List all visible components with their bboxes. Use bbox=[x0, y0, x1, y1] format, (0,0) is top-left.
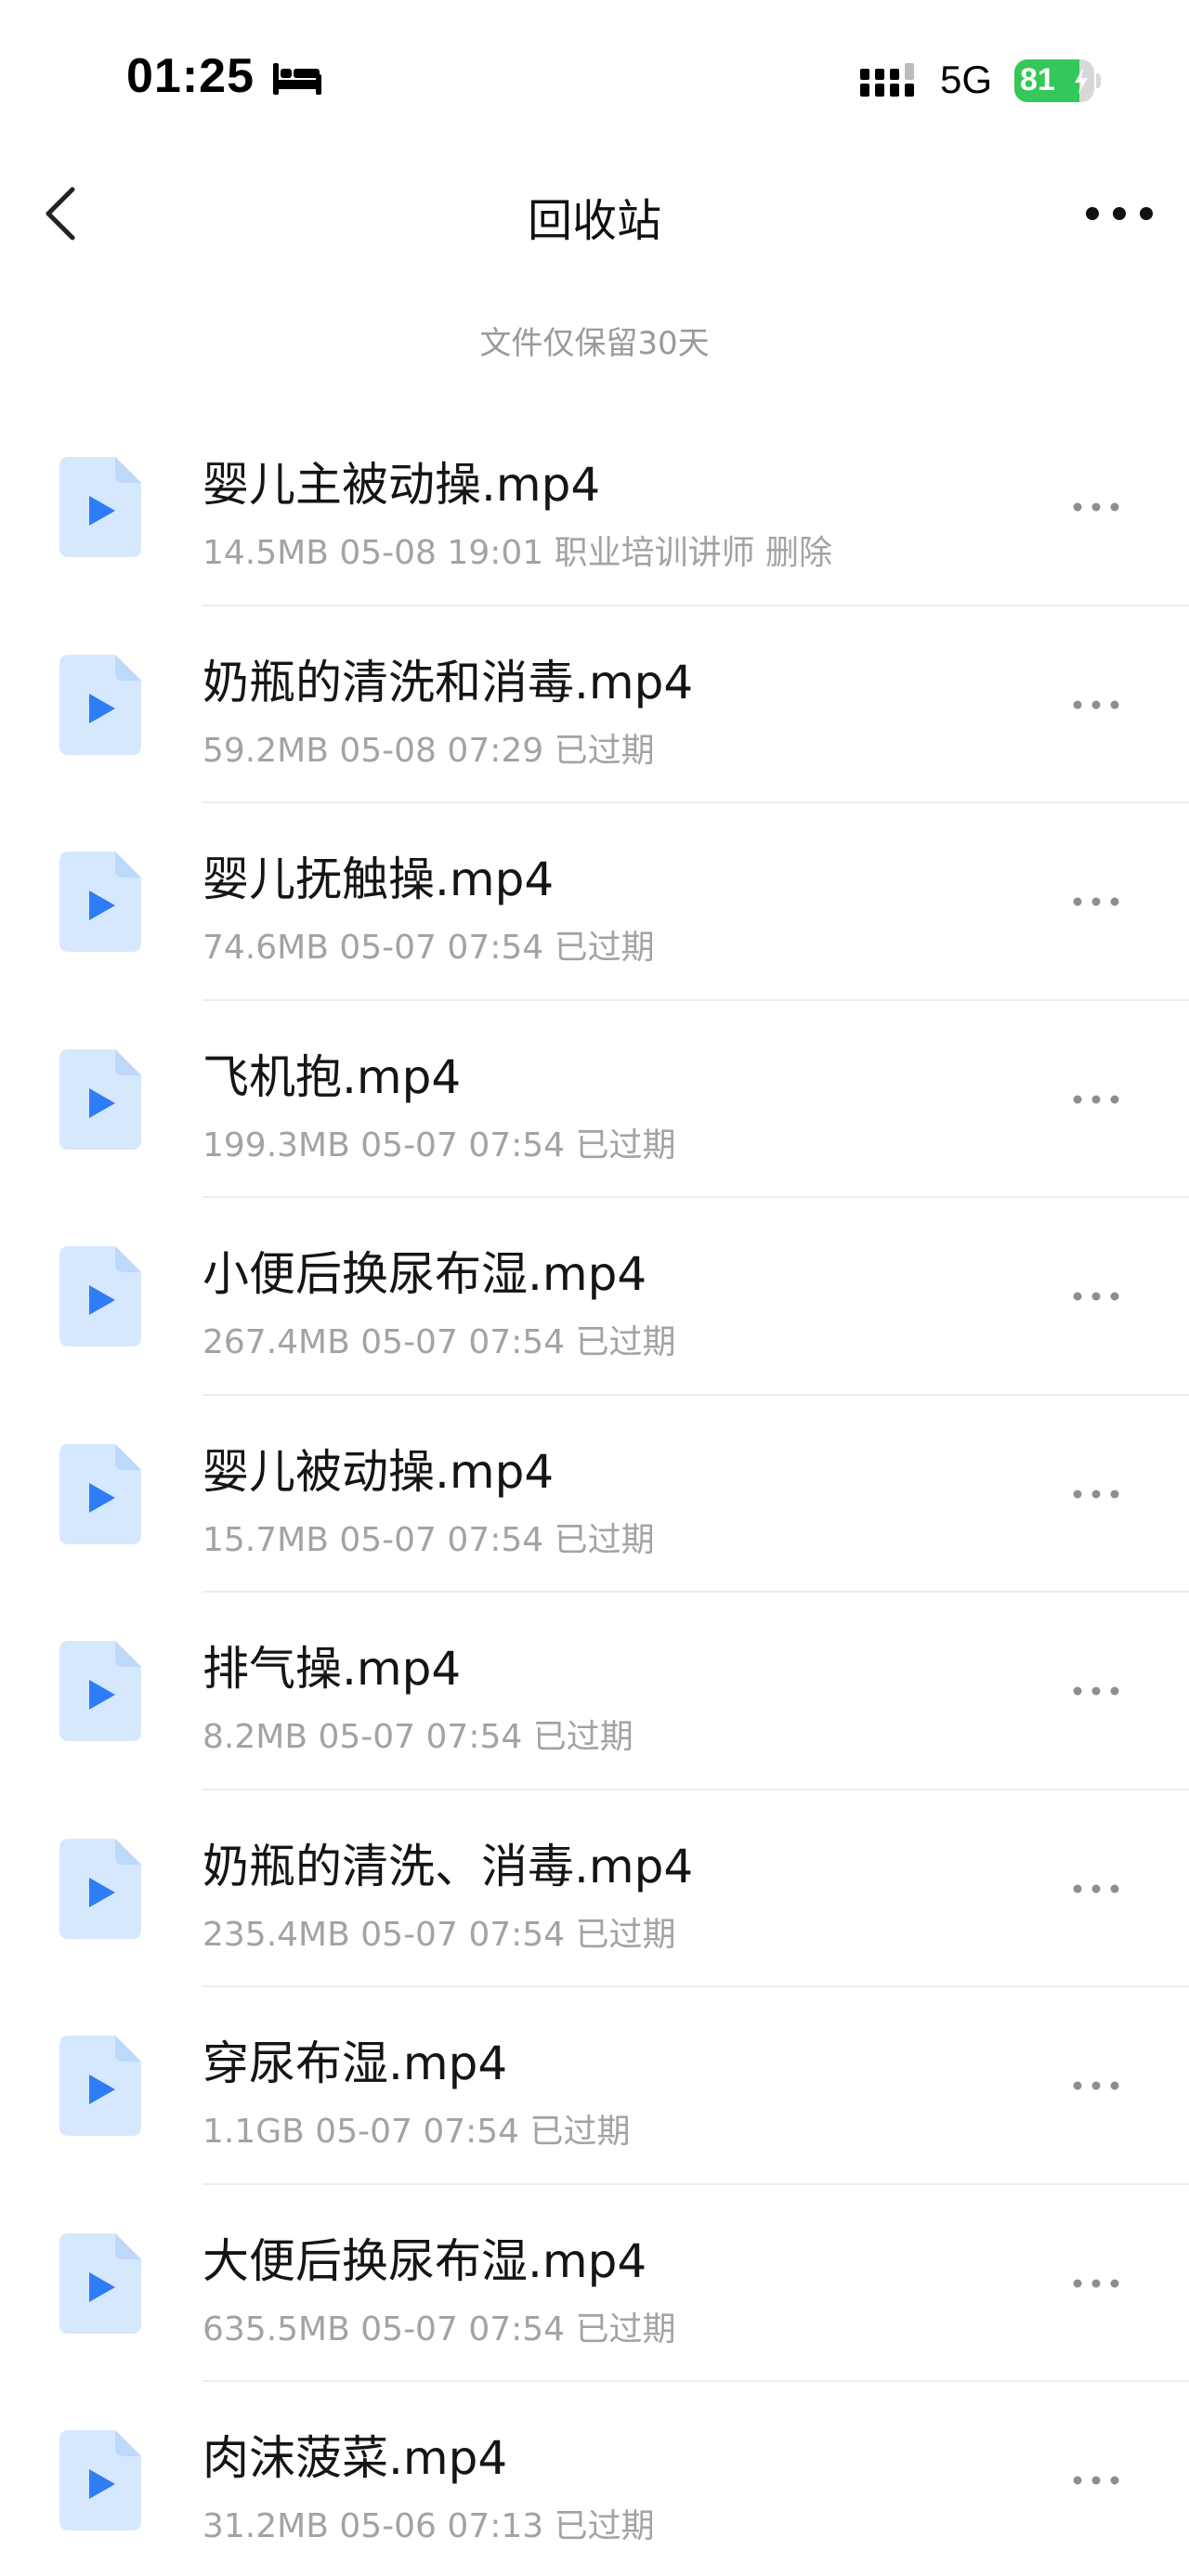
more-horizontal-icon bbox=[1073, 1292, 1119, 1301]
file-meta: 8.2MB 05-07 07:54 已过期 bbox=[203, 1718, 634, 1756]
video-file-icon bbox=[59, 2036, 141, 2136]
more-horizontal-icon bbox=[1073, 897, 1119, 906]
file-meta: 31.2MB 05-06 07:13 已过期 bbox=[203, 2507, 655, 2545]
file-more-button[interactable] bbox=[1068, 686, 1124, 723]
video-file-icon bbox=[59, 457, 141, 557]
more-options-button[interactable] bbox=[1078, 186, 1161, 241]
more-horizontal-icon bbox=[1073, 1884, 1119, 1893]
cellular-signal-icon bbox=[860, 63, 914, 97]
retention-note: 文件仅保留30天 bbox=[479, 325, 710, 362]
file-name: 婴儿抚触操.mp4 bbox=[203, 852, 555, 906]
video-file-icon bbox=[59, 2232, 141, 2334]
file-meta: 635.5MB 05-07 07:54 已过期 bbox=[203, 2309, 676, 2348]
file-meta: 74.6MB 05-07 07:54 已过期 bbox=[203, 929, 655, 967]
file-more-button[interactable] bbox=[1068, 883, 1124, 920]
file-list-item[interactable]: 飞机抱.mp4 199.3MB 05-07 07:54 已过期 bbox=[0, 1001, 1189, 1198]
file-more-button[interactable] bbox=[1068, 1081, 1124, 1118]
file-name: 大便后换尿布湿.mp4 bbox=[203, 2233, 647, 2288]
file-more-button[interactable] bbox=[1068, 1870, 1124, 1907]
file-list-item[interactable]: 婴儿抚触操.mp4 74.6MB 05-07 07:54 已过期 bbox=[0, 803, 1189, 1001]
file-name: 排气操.mp4 bbox=[203, 1642, 462, 1696]
more-horizontal-icon bbox=[1073, 2081, 1119, 2090]
video-file-icon bbox=[59, 654, 141, 755]
file-name: 飞机抱.mp4 bbox=[203, 1049, 462, 1104]
file-meta: 199.3MB 05-07 07:54 已过期 bbox=[203, 1125, 676, 1164]
file-more-button[interactable] bbox=[1068, 1476, 1124, 1513]
file-list-item[interactable]: 小便后换尿布湿.mp4 267.4MB 05-07 07:54 已过期 bbox=[0, 1198, 1189, 1396]
status-time: 01:25 bbox=[126, 49, 255, 103]
file-more-button[interactable] bbox=[1068, 1672, 1124, 1710]
navigation-bar: 回收站 bbox=[0, 139, 1189, 288]
file-more-button[interactable] bbox=[1068, 2265, 1124, 2302]
file-list-item[interactable]: 婴儿主被动操.mp4 14.5MB 05-08 19:01 职业培训讲师 删除 bbox=[0, 409, 1189, 606]
file-name: 小便后换尿布湿.mp4 bbox=[203, 1247, 647, 1301]
file-name: 奶瓶的清洗、消毒.mp4 bbox=[203, 1839, 694, 1893]
status-bar: 01:25 5G 81 bbox=[0, 0, 1189, 139]
file-list-item[interactable]: 肉沫菠菜.mp4 31.2MB 05-06 07:13 已过期 bbox=[0, 2382, 1189, 2576]
more-horizontal-icon bbox=[1073, 1490, 1119, 1498]
file-list-item[interactable]: 穿尿布湿.mp4 1.1GB 05-07 07:54 已过期 bbox=[0, 1987, 1189, 2185]
more-horizontal-icon bbox=[1073, 2279, 1119, 2287]
file-name: 婴儿主被动操.mp4 bbox=[203, 458, 601, 512]
file-meta: 235.4MB 05-07 07:54 已过期 bbox=[203, 1915, 676, 1954]
more-horizontal-icon bbox=[1073, 700, 1119, 709]
file-meta: 15.7MB 05-07 07:54 已过期 bbox=[203, 1520, 655, 1559]
video-file-icon bbox=[59, 1443, 141, 1544]
recycle-bin-screen: 01:25 5G 81 回收站 文件仅保留30天 婴儿主被动操.mp4 14.5… bbox=[0, 0, 1189, 2576]
file-name: 婴儿被动操.mp4 bbox=[203, 1444, 555, 1499]
battery-level: 81 bbox=[1020, 62, 1055, 98]
file-list-item[interactable]: 婴儿被动操.mp4 15.7MB 05-07 07:54 已过期 bbox=[0, 1396, 1189, 1593]
file-meta: 14.5MB 05-08 19:01 职业培训讲师 删除 bbox=[203, 534, 833, 572]
charging-bolt-icon bbox=[1075, 68, 1088, 94]
more-horizontal-icon bbox=[1073, 2476, 1119, 2485]
video-file-icon bbox=[59, 852, 141, 952]
file-meta: 59.2MB 05-08 07:29 已过期 bbox=[203, 731, 655, 770]
video-file-icon bbox=[59, 1838, 141, 1939]
file-list-item[interactable]: 排气操.mp4 8.2MB 05-07 07:54 已过期 bbox=[0, 1593, 1189, 1790]
battery-indicator: 81 bbox=[1014, 59, 1101, 102]
video-file-icon bbox=[59, 1048, 141, 1150]
more-horizontal-icon bbox=[1086, 207, 1153, 220]
video-file-icon bbox=[59, 2430, 141, 2530]
file-list: 婴儿主被动操.mp4 14.5MB 05-08 19:01 职业培训讲师 删除奶瓶… bbox=[0, 409, 1189, 2576]
file-meta: 1.1GB 05-07 07:54 已过期 bbox=[203, 2113, 631, 2151]
file-list-item[interactable]: 大便后换尿布湿.mp4 635.5MB 05-07 07:54 已过期 bbox=[0, 2185, 1189, 2382]
file-meta: 267.4MB 05-07 07:54 已过期 bbox=[203, 1323, 676, 1361]
more-horizontal-icon bbox=[1073, 1686, 1119, 1696]
file-name: 穿尿布湿.mp4 bbox=[203, 2036, 508, 2090]
file-more-button[interactable] bbox=[1068, 488, 1124, 526]
file-list-item[interactable]: 奶瓶的清洗、消毒.mp4 235.4MB 05-07 07:54 已过期 bbox=[0, 1790, 1189, 1987]
video-file-icon bbox=[59, 1641, 141, 1741]
page-title: 回收站 bbox=[527, 195, 661, 247]
file-more-button[interactable] bbox=[1068, 2462, 1124, 2499]
video-file-icon bbox=[59, 1246, 141, 1347]
network-type: 5G bbox=[940, 58, 993, 101]
bed-icon bbox=[273, 63, 321, 95]
file-name: 肉沫菠菜.mp4 bbox=[203, 2431, 508, 2485]
file-name: 奶瓶的清洗和消毒.mp4 bbox=[203, 655, 694, 709]
more-horizontal-icon bbox=[1073, 1095, 1119, 1103]
file-more-button[interactable] bbox=[1068, 2067, 1124, 2104]
file-list-item[interactable]: 奶瓶的清洗和消毒.mp4 59.2MB 05-08 07:29 已过期 bbox=[0, 606, 1189, 803]
more-horizontal-icon bbox=[1073, 502, 1119, 512]
file-more-button[interactable] bbox=[1068, 1278, 1124, 1315]
